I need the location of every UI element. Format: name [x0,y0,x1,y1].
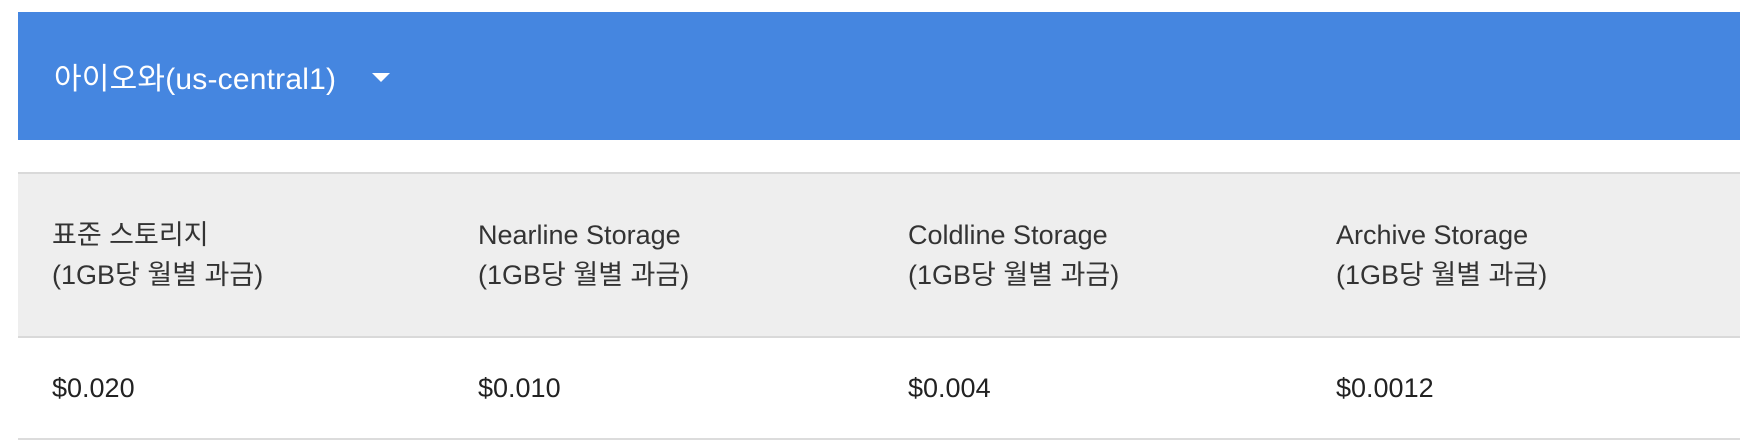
price-nearline-storage: $0.010 [478,337,908,440]
column-header-name: Nearline Storage [478,220,681,250]
column-header-standard-storage: 표준 스토리지 (1GB당 월별 과금) [18,172,478,338]
column-header-name: Archive Storage [1336,220,1529,250]
price-coldline-storage: $0.004 [908,337,1336,440]
region-dropdown-label: 아이오와(us-central1) [54,63,337,96]
price-standard-storage: $0.020 [18,337,478,440]
table-header-row: 표준 스토리지 (1GB당 월별 과금) Nearline Storage (1… [18,172,1740,338]
column-header-unit: (1GB당 월별 과금) [478,260,690,290]
table-row: $0.020 $0.010 $0.004 $0.0012 [18,337,1740,440]
column-header-coldline-storage: Coldline Storage (1GB당 월별 과금) [908,172,1336,338]
region-selector-bar: 아이오와(us-central1) [18,12,1740,140]
column-header-unit: (1GB당 월별 과금) [1336,260,1548,290]
column-header-name: Coldline Storage [908,220,1108,250]
region-dropdown[interactable]: 아이오와(us-central1) [54,54,391,98]
column-header-archive-storage: Archive Storage (1GB당 월별 과금) [1336,172,1740,338]
price-archive-storage: $0.0012 [1336,337,1740,440]
storage-pricing-table: 표준 스토리지 (1GB당 월별 과금) Nearline Storage (1… [18,172,1740,440]
column-header-nearline-storage: Nearline Storage (1GB당 월별 과금) [478,172,908,338]
column-header-name: 표준 스토리지 [52,220,209,250]
column-header-unit: (1GB당 월별 과금) [52,260,264,290]
column-header-unit: (1GB당 월별 과금) [908,260,1120,290]
caret-down-icon [372,72,391,82]
